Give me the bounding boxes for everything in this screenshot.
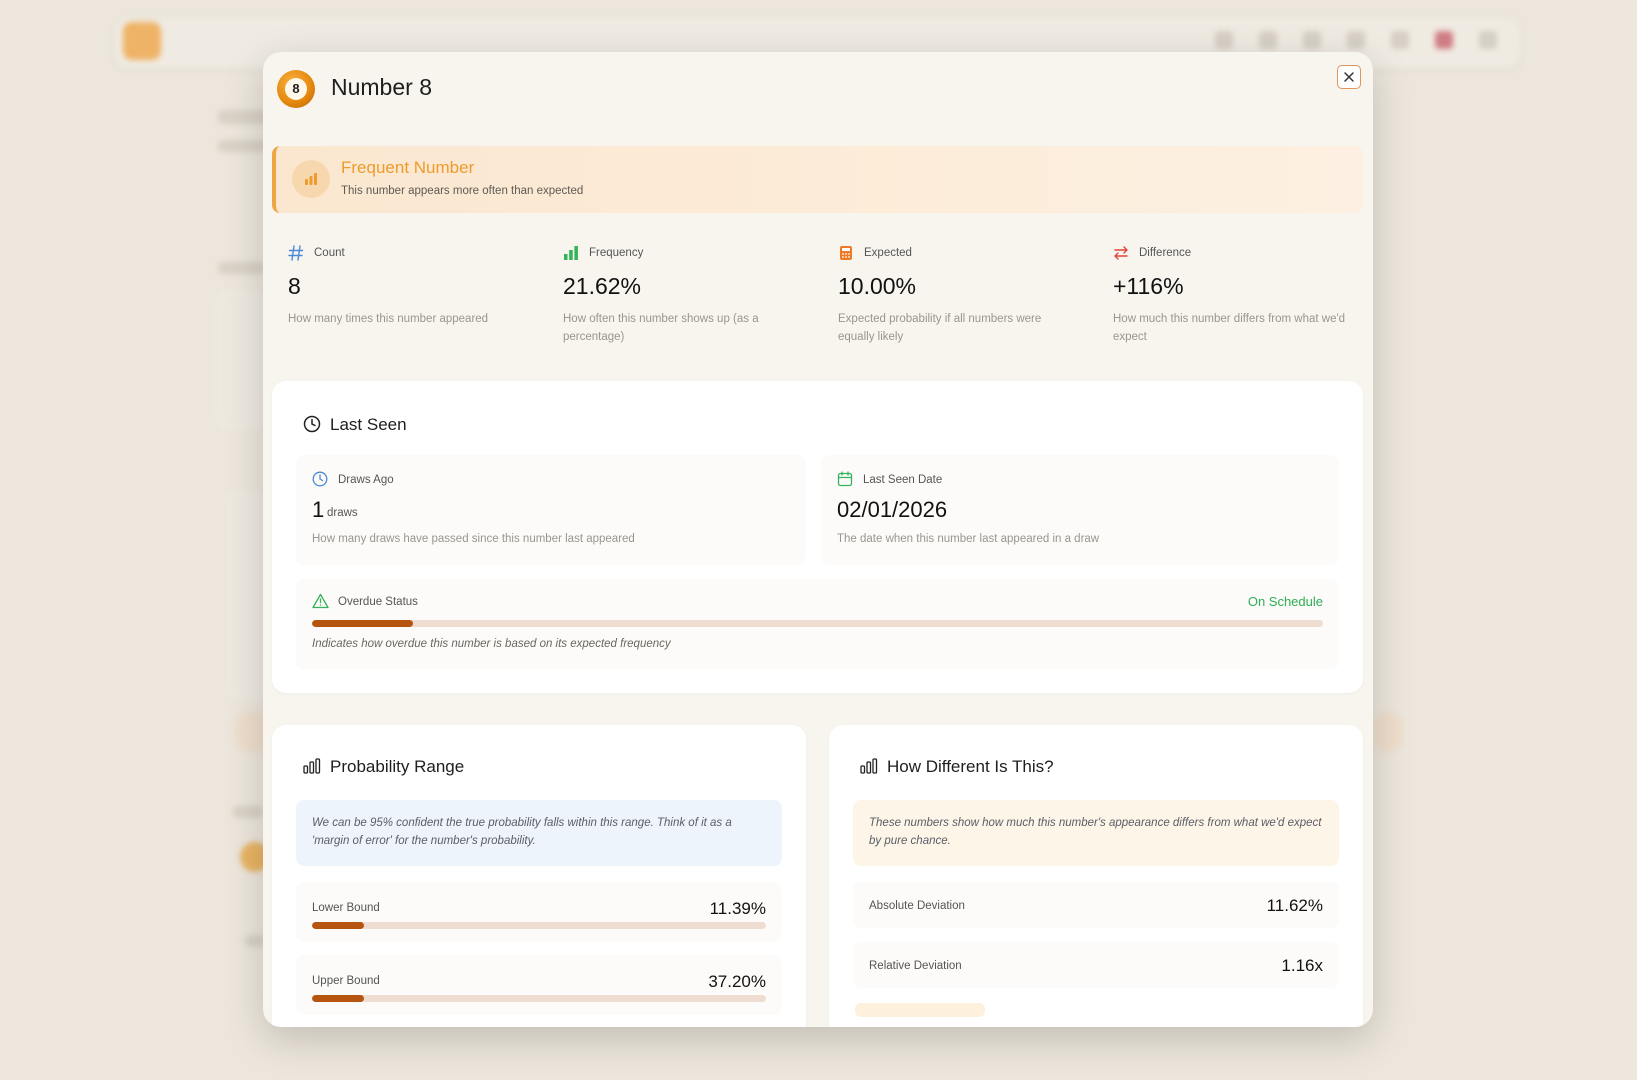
clock-icon — [303, 415, 321, 433]
probability-range-title: Probability Range — [330, 757, 465, 776]
absolute-deviation-value: 11.62% — [1266, 896, 1323, 915]
stat-description: How often this number shows up (as a per… — [563, 313, 759, 343]
draws-ago-value: 1 — [312, 497, 325, 522]
stat-description: How many times this number appeared — [288, 313, 489, 325]
upper-bound-fill — [312, 995, 364, 1002]
last-seen-date-label: Last Seen Date — [863, 474, 943, 486]
upper-bound-label: Upper Bound — [312, 975, 380, 987]
relative-deviation-label: Relative Deviation — [869, 960, 962, 972]
calendar-icon — [837, 471, 853, 487]
arrows-swap-icon — [1114, 246, 1128, 260]
relative-deviation-row: Relative Deviation 1.16x — [853, 942, 1339, 988]
banner-subtitle: This number appears more often than expe… — [341, 185, 584, 197]
stat-label: Difference — [1139, 247, 1192, 259]
lower-bound-bar — [312, 922, 766, 929]
bg-nav-icons — [1215, 31, 1497, 49]
lower-bound-fill — [312, 922, 364, 929]
bar-chart-icon — [860, 758, 878, 774]
how-different-note: These numbers show how much this number'… — [853, 800, 1339, 866]
stat-count: Count 8 How many times this number appea… — [272, 233, 530, 357]
banner-title: Frequent Number — [341, 158, 475, 177]
stat-difference: Difference +116% How much this number di… — [1097, 233, 1355, 357]
number-ball-label: 8 — [285, 78, 307, 100]
calculator-icon — [840, 246, 852, 260]
relative-deviation-value: 1.16x — [1281, 956, 1323, 975]
draws-ago-box: Draws Ago 1 draws How many draws have pa… — [296, 455, 806, 565]
stat-label: Frequency — [589, 247, 644, 259]
overdue-status-label: Overdue Status — [338, 596, 418, 608]
stat-description: Expected probability if all numbers were… — [838, 313, 1042, 343]
upper-bound-bar — [312, 995, 766, 1002]
stat-value: 21.62% — [563, 273, 642, 299]
upper-bound-value: 37.20% — [708, 972, 766, 991]
draws-ago-unit: draws — [327, 507, 358, 519]
number-ball: 8 — [277, 70, 315, 108]
last-seen-date-description: The date when this number last appeared … — [837, 533, 1100, 545]
overdue-progress-fill — [312, 620, 414, 627]
hash-icon — [288, 245, 304, 261]
probability-range-note: We can be 95% confident the true probabi… — [296, 800, 782, 866]
close-icon — [1344, 72, 1354, 82]
stat-label: Count — [314, 247, 345, 259]
lower-bound-box: Lower Bound 11.39% — [296, 882, 782, 942]
modal-title: Number 8 — [331, 74, 432, 100]
absolute-deviation-row: Absolute Deviation 11.62% — [853, 882, 1339, 928]
frequent-number-banner: Frequent Number This number appears more… — [272, 146, 1363, 213]
number-detail-modal: 8 Number 8 Frequent Number This number a… — [263, 52, 1373, 1027]
close-button[interactable] — [1337, 65, 1361, 89]
bar-chart-icon — [564, 246, 578, 260]
last-seen-date-box: Last Seen Date 02/01/2026 The date when … — [821, 455, 1339, 565]
clock-icon — [312, 471, 328, 487]
last-seen-date-value: 02/01/2026 — [837, 497, 948, 522]
overdue-status-box: Overdue Status On Schedule Indicates how… — [296, 579, 1339, 669]
overdue-status-value: On Schedule — [1247, 594, 1323, 609]
how-different-title: How Different Is This? — [887, 757, 1054, 776]
stat-description: How much this number differs from what w… — [1113, 313, 1346, 343]
how-different-card: How Different Is This? These numbers sho… — [829, 725, 1363, 1027]
bar-chart-icon — [292, 160, 330, 198]
upper-bound-box: Upper Bound 37.20% — [296, 955, 782, 1015]
warning-triangle-icon — [312, 593, 329, 609]
last-seen-title: Last Seen — [330, 415, 407, 434]
stat-label: Expected — [864, 247, 912, 259]
significance-badge-partial — [855, 1003, 985, 1017]
overdue-description: Indicates how overdue this number is bas… — [312, 638, 671, 650]
absolute-deviation-label: Absolute Deviation — [869, 900, 965, 912]
bg-logo — [123, 22, 161, 60]
draws-ago-label: Draws Ago — [338, 474, 394, 486]
draws-ago-description: How many draws have passed since this nu… — [312, 533, 635, 545]
lower-bound-value: 11.39% — [709, 899, 766, 918]
lower-bound-label: Lower Bound — [312, 902, 380, 914]
probability-range-card: Probability Range We can be 95% confiden… — [272, 725, 806, 1027]
overdue-progress-bar — [312, 620, 1323, 627]
stat-expected: Expected 10.00% Expected probability if … — [822, 233, 1080, 357]
stat-value: +116% — [1113, 273, 1184, 299]
stat-frequency: Frequency 21.62% How often this number s… — [547, 233, 805, 357]
last-seen-card: Last Seen Draws Ago 1 draws How many dra… — [272, 381, 1363, 693]
stat-value: 8 — [288, 273, 301, 299]
stat-value: 10.00% — [838, 273, 917, 299]
bar-chart-icon — [303, 758, 321, 774]
